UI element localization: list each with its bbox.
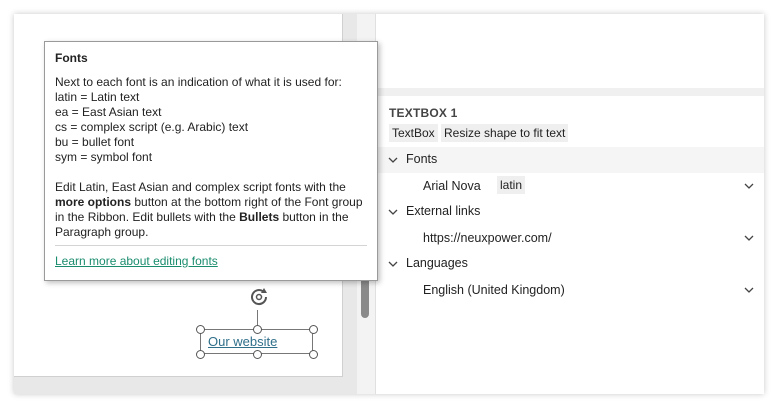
tooltip-text: button in the	[279, 210, 349, 224]
group-header-fonts[interactable]: Fonts	[376, 147, 764, 173]
chevron-down-icon[interactable]	[744, 181, 754, 191]
link-url: https://neuxpower.com/	[423, 231, 552, 245]
section-title: TEXTBOX 1	[389, 106, 458, 120]
resize-handle-top[interactable]	[253, 325, 262, 334]
scrollbar-thumb[interactable]	[361, 276, 369, 318]
tooltip-legend-latin: latin = Latin text	[55, 90, 140, 104]
chevron-down-icon	[388, 261, 398, 267]
link-item[interactable]: https://neuxpower.com/	[376, 225, 764, 251]
resize-handle-top-right[interactable]	[309, 325, 318, 334]
app-window: Our website TEXTBOX 1 TextBox Resize sha…	[14, 14, 764, 394]
language-name: English (United Kingdom)	[423, 283, 565, 297]
font-item[interactable]: Arial Nova latin	[376, 173, 764, 199]
group-header-external-links[interactable]: External links	[376, 199, 764, 225]
tooltip-text: in the Ribbon. Edit bullets with the	[55, 210, 240, 224]
rotate-handle-icon[interactable]	[247, 285, 271, 309]
learn-more-link[interactable]: Learn more about editing fonts	[55, 254, 218, 268]
tooltip-legend-ea: ea = East Asian text	[55, 105, 162, 119]
chevron-down-icon	[388, 157, 398, 163]
autofit-tag: Resize shape to fit text	[441, 124, 569, 142]
resize-handle-bottom[interactable]	[253, 350, 262, 359]
chevron-down-icon[interactable]	[744, 285, 754, 295]
tooltip-divider	[55, 245, 367, 246]
more-options-bold: more options	[55, 195, 132, 209]
tooltip-text: button at the bottom right of the Font g…	[131, 195, 363, 209]
font-name: Arial Nova	[423, 179, 481, 193]
panel-divider	[376, 88, 764, 96]
resize-handle-top-left[interactable]	[196, 325, 205, 334]
group-label: Fonts	[406, 152, 438, 166]
language-item[interactable]: English (United Kingdom)	[376, 277, 764, 303]
tooltip-legend-bu: bu = bullet font	[55, 135, 135, 149]
tooltip-legend-sym: sym = symbol font	[55, 150, 153, 164]
tooltip-paragraph-line-3: in the Ribbon. Edit bullets with the Bul…	[55, 210, 367, 225]
resize-handle-bottom-left[interactable]	[196, 350, 205, 359]
tooltip-paragraph-line-4: Paragraph group.	[55, 225, 149, 239]
chevron-down-icon	[388, 209, 398, 215]
group-label: External links	[406, 204, 481, 218]
inspector-panel: TEXTBOX 1 TextBox Resize shape to fit te…	[376, 14, 764, 394]
tooltip-paragraph-line-2: more options button at the bottom right …	[55, 195, 367, 210]
script-chip: latin	[497, 176, 526, 194]
tooltip-intro: Next to each font is an indication of wh…	[55, 75, 342, 89]
group-label: Languages	[406, 256, 468, 270]
resize-handle-bottom-right[interactable]	[309, 350, 318, 359]
tooltip-legend-cs: cs = complex script (e.g. Arabic) text	[55, 120, 249, 134]
tooltip-paragraph-line-1: Edit Latin, East Asian and complex scrip…	[55, 180, 346, 194]
fonts-tooltip: Fonts Next to each font is an indication…	[44, 41, 378, 281]
tooltip-title: Fonts	[55, 51, 88, 65]
group-header-languages[interactable]: Languages	[376, 251, 764, 277]
bullets-bold: Bullets	[239, 210, 280, 224]
shape-link-text[interactable]: Our website	[208, 334, 277, 349]
chevron-down-icon[interactable]	[744, 233, 754, 243]
type-tag: TextBox	[389, 124, 438, 142]
